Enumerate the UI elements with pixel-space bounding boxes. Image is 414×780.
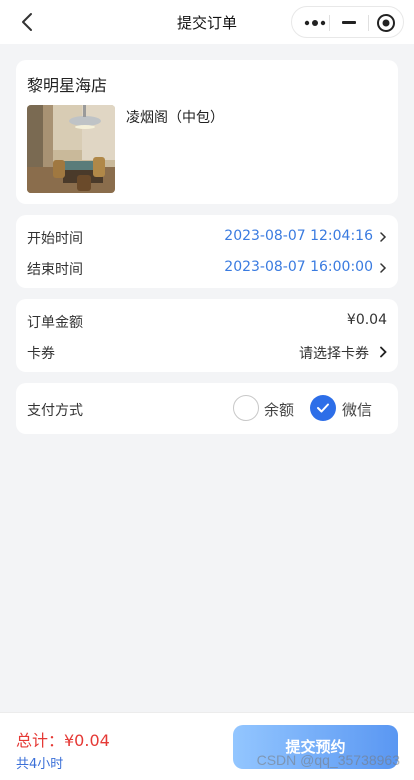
amount-card: 订单金额 ¥0.04 卡券 请选择卡券	[16, 299, 398, 372]
coupon-row[interactable]: 卡券 请选择卡券	[27, 340, 387, 364]
chevron-right-icon	[380, 263, 387, 273]
start-time-row[interactable]: 开始时间 2023-08-07 12:04:16	[27, 225, 387, 249]
minimize-icon[interactable]	[342, 21, 356, 24]
mini-program-capsule	[291, 6, 404, 38]
check-icon	[317, 403, 329, 413]
start-time-value[interactable]: 2023-08-07 12:04:16	[224, 228, 373, 244]
watermark: CSDN @qq_35738963	[256, 752, 400, 768]
chevron-right-icon[interactable]	[379, 346, 387, 358]
time-card: 开始时间 2023-08-07 12:04:16 结束时间 2023-08-07…	[16, 215, 398, 288]
end-time-row[interactable]: 结束时间 2023-08-07 16:00:00	[27, 256, 387, 280]
room-photo	[27, 105, 115, 193]
duration-text: 共4小时	[16, 757, 64, 772]
order-amount-label: 订单金额	[27, 315, 83, 331]
payment-card: 支付方式 余额 微信	[16, 383, 398, 434]
total-price: 总计：¥0.04	[16, 731, 110, 750]
coupon-label: 卡券	[27, 346, 55, 362]
target-icon[interactable]	[376, 13, 396, 33]
chevron-right-icon	[380, 232, 387, 242]
end-time-value[interactable]: 2023-08-07 16:00:00	[224, 259, 373, 275]
capsule-divider	[368, 15, 369, 31]
bottom-bar: 总计：¥0.04 共4小时 提交预约	[0, 712, 414, 780]
more-dots-icon[interactable]	[304, 17, 326, 29]
wechat-radio[interactable]	[310, 395, 336, 421]
wechat-radio-label[interactable]: 微信	[342, 399, 372, 420]
end-time-label: 结束时间	[27, 262, 83, 278]
payment-label: 支付方式	[27, 403, 83, 419]
shop-name: 黎明星海店	[27, 76, 108, 95]
nav-bar: 提交订单	[0, 0, 414, 44]
balance-radio-label[interactable]: 余额	[264, 399, 294, 420]
start-time-label: 开始时间	[27, 231, 83, 247]
order-amount-row: 订单金额 ¥0.04	[27, 309, 387, 333]
coupon-select[interactable]: 请选择卡券	[299, 343, 369, 363]
room-name: 凌烟阁（中包）	[126, 110, 224, 126]
capsule-divider	[329, 15, 330, 31]
order-amount-value: ¥0.04	[346, 312, 387, 328]
shop-card: 黎明星海店 凌烟阁（中包）	[16, 60, 398, 204]
balance-radio[interactable]	[233, 395, 259, 421]
